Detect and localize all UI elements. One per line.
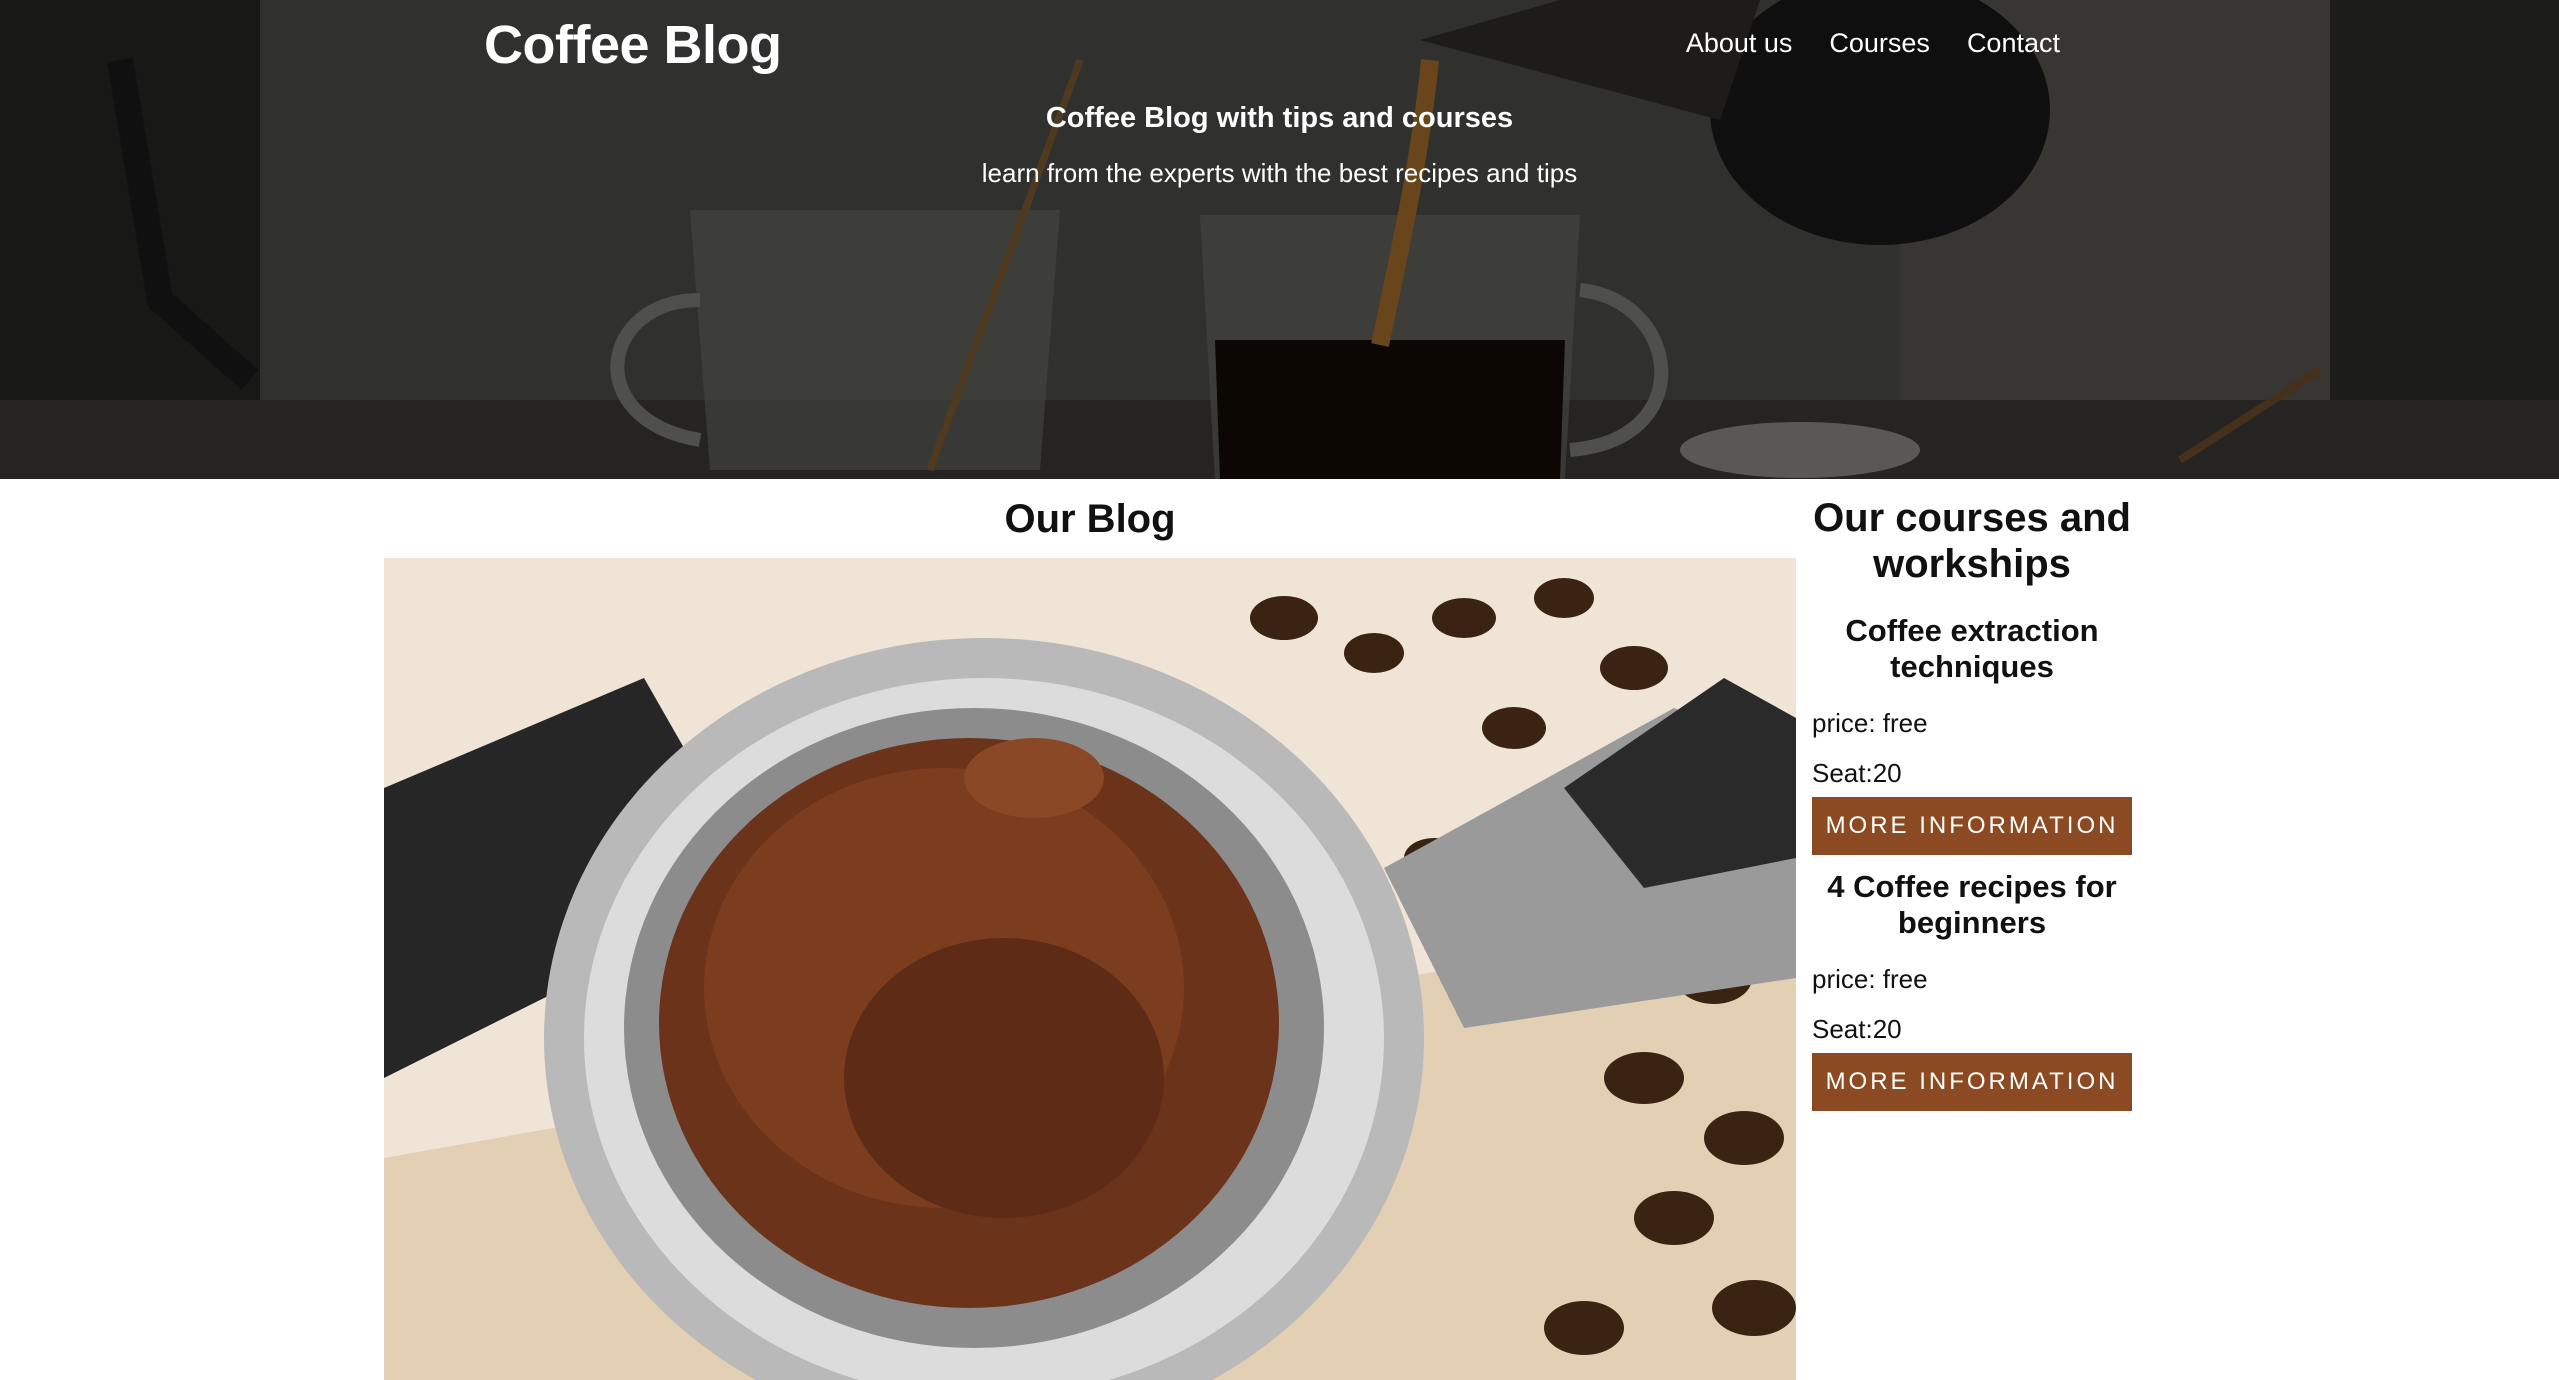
blog-post-image[interactable] — [384, 558, 1796, 1380]
courses-title: Our courses and workships — [1813, 496, 2131, 586]
blog-title: Our Blog — [1004, 497, 1176, 541]
blog-section: Our Blog — [384, 479, 1796, 1380]
main-nav: About us Courses Contact — [1686, 28, 2060, 59]
site-title[interactable]: Coffee Blog — [484, 14, 782, 76]
courses-sidebar: Our courses and workships Coffee extract… — [1812, 479, 2132, 1111]
course-card: Coffee extraction techniques price: free… — [1812, 613, 2132, 855]
nav-about-us[interactable]: About us — [1686, 28, 1793, 59]
course-seats: Seat:20 — [1812, 758, 1902, 788]
nav-contact[interactable]: Contact — [1967, 28, 2060, 59]
hero-overlay — [0, 0, 2559, 479]
course-name: Coffee extraction techniques — [1845, 613, 2099, 684]
more-information-button[interactable]: MORE INFORMATION — [1812, 797, 2132, 855]
hero-subheading: learn from the experts with the best rec… — [981, 158, 1578, 188]
portafilter-image — [384, 558, 1796, 1380]
course-price: price: free — [1812, 964, 1928, 994]
course-seats: Seat:20 — [1812, 1014, 1902, 1044]
nav-courses[interactable]: Courses — [1829, 28, 1930, 59]
course-price: price: free — [1812, 708, 1928, 738]
hero-heading: Coffee Blog with tips and courses — [1045, 102, 1514, 134]
course-name: 4 Coffee recipes for beginners — [1827, 869, 2117, 940]
hero-banner: Coffee Blog About us Courses Contact Cof… — [0, 0, 2559, 479]
course-card: 4 Coffee recipes for beginners price: fr… — [1812, 869, 2132, 1111]
more-information-button[interactable]: MORE INFORMATION — [1812, 1053, 2132, 1111]
